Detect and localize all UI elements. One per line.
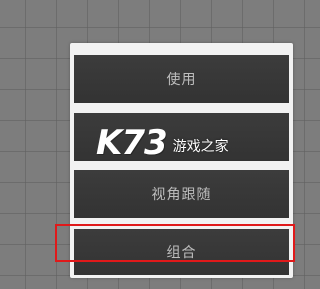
- menu-button-2[interactable]: [74, 113, 289, 161]
- game-scene-background: 使用 视角跟随 组合 K73 游戏之家: [0, 0, 320, 289]
- camera-follow-button[interactable]: 视角跟随: [74, 170, 289, 218]
- combine-button-label: 组合: [166, 245, 197, 261]
- combine-button[interactable]: 组合: [74, 229, 289, 275]
- use-button-label: 使用: [166, 72, 197, 88]
- camera-follow-button-label: 视角跟随: [151, 187, 212, 203]
- use-button[interactable]: 使用: [74, 55, 289, 103]
- context-menu-panel: 使用 视角跟随 组合: [70, 43, 293, 278]
